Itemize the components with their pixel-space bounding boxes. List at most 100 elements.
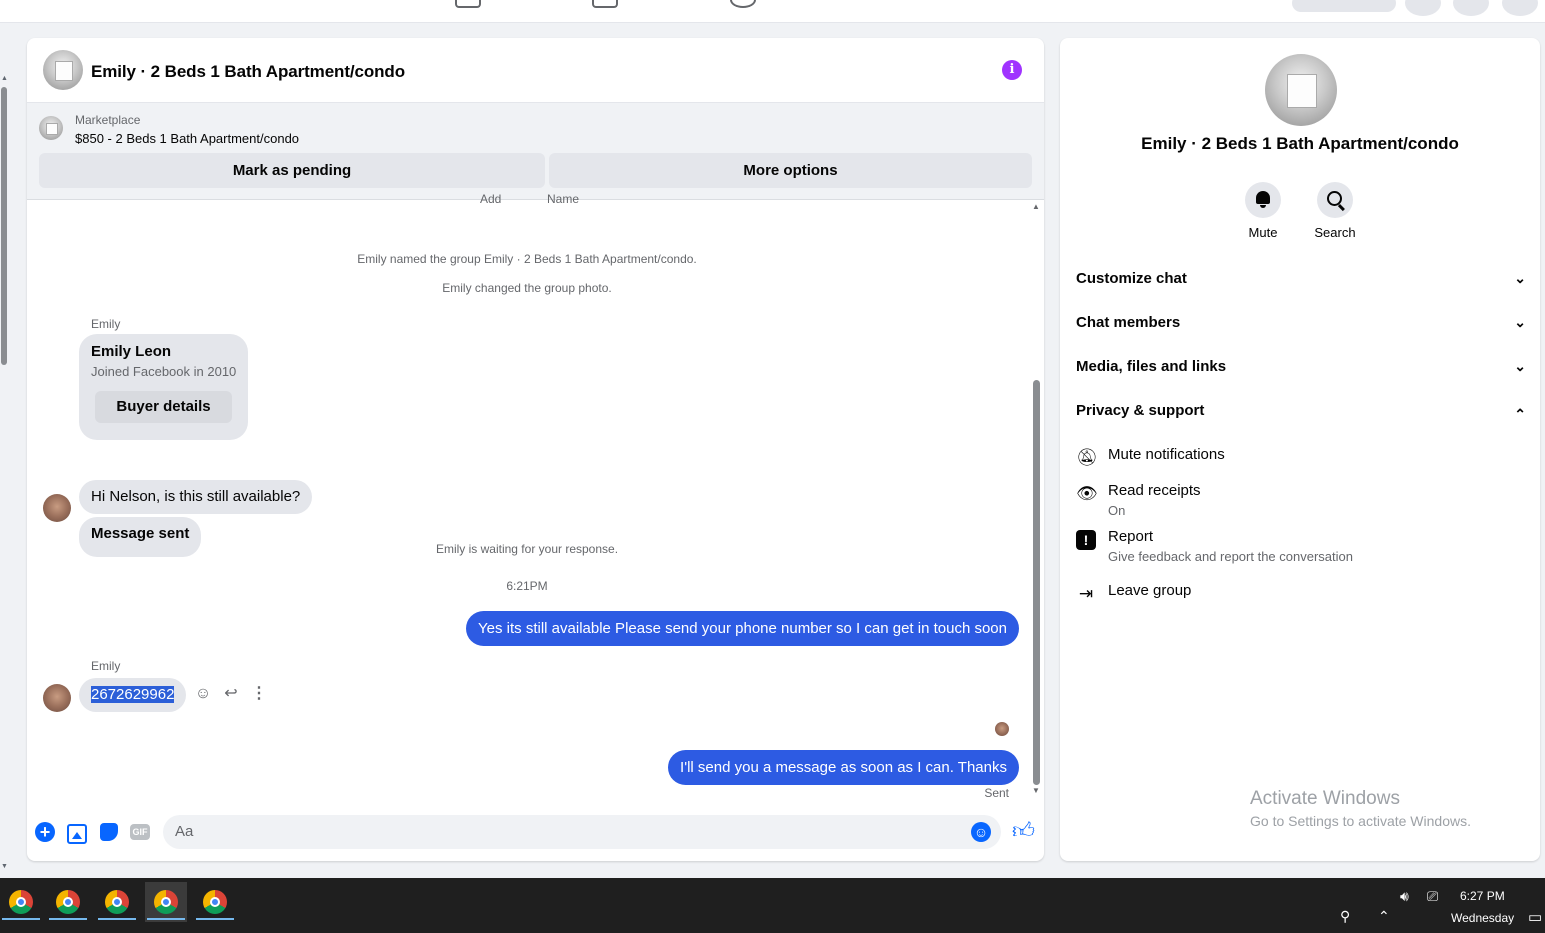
thumbs-up-icon[interactable]: 👍︎ <box>1012 820 1035 842</box>
report-item[interactable]: ! Report Give feedback and report the co… <box>1076 528 1516 568</box>
section-label: Privacy & support <box>1076 402 1205 419</box>
buyer-profile-card: Emily Leon Joined Facebook in 2010 Buyer… <box>79 334 248 440</box>
message-list: Add Name Emily named the group Emily · 2… <box>27 192 1044 805</box>
volume-icon[interactable]: 🔊︎ <box>1400 888 1409 905</box>
info-icon[interactable]: i <box>1002 60 1022 80</box>
reply-icon[interactable]: ↩ <box>221 684 241 704</box>
plus-icon[interactable]: + <box>35 822 55 842</box>
chat-title[interactable]: Emily · 2 Beds 1 Bath Apartment/condo <box>91 62 405 82</box>
messages-scroll-thumb[interactable] <box>1033 380 1040 785</box>
chat-window: Emily · 2 Beds 1 Bath Apartment/condo i … <box>27 38 1044 861</box>
gif-icon[interactable]: GIF <box>130 824 150 840</box>
people-icon[interactable]: ⚲ <box>1340 908 1350 925</box>
mute-button[interactable]: Mute <box>1233 182 1293 240</box>
listing-thumbnail[interactable] <box>39 116 63 140</box>
incoming-phone-message[interactable]: 2672629962 <box>79 678 187 712</box>
message-status: Sent <box>984 786 1009 800</box>
group-photo[interactable] <box>1265 54 1337 126</box>
marketplace-nav-icon[interactable] <box>455 0 481 8</box>
scroll-up-arrow-icon[interactable]: ▲ <box>1 75 8 82</box>
emily-avatar[interactable] <box>43 684 71 712</box>
emily-avatar[interactable] <box>43 494 71 522</box>
item-title: Leave group <box>1108 582 1192 599</box>
running-indicator <box>2 918 40 920</box>
react-icon[interactable]: ☺ <box>193 684 213 704</box>
scroll-up-arrow-icon[interactable]: ▲ <box>1032 202 1040 211</box>
show-hidden-icons-icon[interactable]: ⌃ <box>1378 908 1390 925</box>
chrome-icon <box>154 890 178 914</box>
message-input[interactable]: Aa ☺ <box>163 815 1001 849</box>
chrome-taskbar-button[interactable] <box>0 882 42 922</box>
mute-notifications-item[interactable]: 🔕︎ Mute notifications <box>1076 446 1516 470</box>
chrome-icon <box>56 890 80 914</box>
add-label[interactable]: Add <box>480 192 501 206</box>
leave-group-item[interactable]: ⇥ Leave group <box>1076 582 1516 606</box>
chrome-taskbar-button-active[interactable] <box>145 882 187 922</box>
running-indicator <box>49 918 87 920</box>
listing-price-title[interactable]: $850 - 2 Beds 1 Bath Apartment/condo <box>75 131 299 146</box>
chevron-up-icon: ⌃ <box>1514 406 1526 422</box>
chat-details-panel: Emily · 2 Beds 1 Bath Apartment/condo Mu… <box>1060 38 1540 861</box>
eye-icon: 👁︎ <box>1076 484 1098 503</box>
mute-circle[interactable] <box>1245 182 1281 218</box>
read-receipts-item[interactable]: 👁︎ Read receipts On <box>1076 482 1516 522</box>
leave-icon: ⇥ <box>1078 584 1094 603</box>
marketplace-listing-bar: Marketplace $850 - 2 Beds 1 Bath Apartme… <box>27 103 1044 200</box>
group-avatar[interactable] <box>43 50 83 90</box>
activate-windows-hint: Go to Settings to activate Windows. <box>1250 813 1471 829</box>
more-actions-icon[interactable]: ⋮ <box>249 684 269 704</box>
name-label[interactable]: Name <box>547 192 579 206</box>
chrome-icon <box>105 890 129 914</box>
more-options-button[interactable]: More options <box>549 153 1032 188</box>
outgoing-message[interactable]: I'll send you a message as soon as I can… <box>668 750 1019 785</box>
report-icon: ! <box>1076 530 1096 550</box>
system-message: Emily changed the group photo. <box>442 281 612 295</box>
messages-scrollbar[interactable]: ▲ ▼ <box>1030 200 1042 800</box>
outgoing-message[interactable]: Yes its still available Please send your… <box>466 611 1019 646</box>
chrome-taskbar-button[interactable] <box>47 882 89 922</box>
item-subtitle: Give feedback and report the conversatio… <box>1108 549 1353 564</box>
clock-time[interactable]: 6:27 PM <box>1460 889 1505 903</box>
section-label: Media, files and links <box>1076 358 1227 375</box>
marketplace-label: Marketplace <box>75 113 141 127</box>
section-label: Chat members <box>1076 314 1181 331</box>
section-customize-chat[interactable]: Customize chat ⌄ <box>1076 270 1526 300</box>
page-scrollbar[interactable]: ▲ ▼ <box>0 75 8 870</box>
section-chat-members[interactable]: Chat members ⌄ <box>1076 314 1526 344</box>
item-subtitle: On <box>1108 503 1126 518</box>
message-composer: + GIF Aa ☺ 👍︎ <box>27 813 1044 861</box>
notifications-icon[interactable]: ▭ <box>1528 908 1542 926</box>
sticker-icon[interactable] <box>100 823 118 841</box>
selected-phone-number[interactable]: 2672629962 <box>91 686 175 703</box>
search-button[interactable]: Search <box>1305 182 1365 240</box>
emoji-icon[interactable]: ☺ <box>971 822 991 842</box>
buyer-details-button[interactable]: Buyer details <box>95 391 232 423</box>
groups-nav-icon[interactable] <box>592 0 618 8</box>
messenger-icon[interactable] <box>1453 0 1489 16</box>
photo-icon[interactable] <box>67 824 87 844</box>
section-media-files-links[interactable]: Media, files and links ⌄ <box>1076 358 1526 388</box>
search-circle[interactable] <box>1317 182 1353 218</box>
gaming-nav-icon[interactable] <box>730 0 756 8</box>
menu-grid-icon[interactable] <box>1405 0 1441 16</box>
find-friends-button[interactable] <box>1292 0 1396 12</box>
item-title: Read receipts <box>1108 482 1201 499</box>
scroll-down-arrow-icon[interactable]: ▼ <box>1032 786 1040 795</box>
item-title: Mute notifications <box>1108 446 1225 463</box>
section-privacy-support[interactable]: Privacy & support ⌃ <box>1076 402 1526 432</box>
bell-off-icon: 🔕︎ <box>1076 448 1098 467</box>
buyer-joined: Joined Facebook in 2010 <box>91 364 237 379</box>
chevron-down-icon: ⌄ <box>1514 270 1526 286</box>
running-indicator <box>196 918 234 920</box>
network-icon[interactable]: ⎚ <box>1427 888 1438 905</box>
mark-as-pending-button[interactable]: Mark as pending <box>39 153 545 188</box>
chevron-down-icon: ⌄ <box>1514 314 1526 330</box>
chrome-taskbar-button[interactable] <box>194 882 236 922</box>
page-scroll-thumb[interactable] <box>1 87 7 365</box>
chrome-taskbar-button[interactable] <box>96 882 138 922</box>
account-avatar[interactable] <box>1502 0 1538 16</box>
clock-day[interactable]: Wednesday <box>1451 911 1514 925</box>
message-input-placeholder: Aa <box>175 823 194 840</box>
scroll-down-arrow-icon[interactable]: ▼ <box>1 863 8 870</box>
incoming-message[interactable]: Hi Nelson, is this still available? <box>79 480 313 514</box>
